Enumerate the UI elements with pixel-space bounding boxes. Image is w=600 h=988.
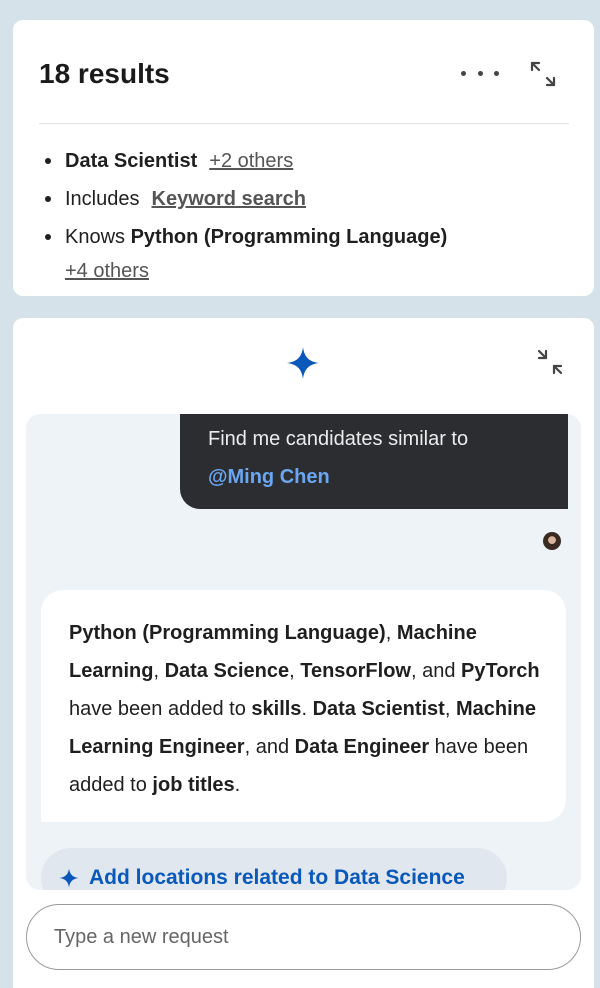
message-highlight: Data Science bbox=[164, 660, 290, 682]
chat-conversation[interactable]: Find me candidates similar to @Ming Chen… bbox=[26, 414, 581, 890]
message-text: , bbox=[289, 660, 301, 682]
collapse-icon[interactable] bbox=[536, 348, 564, 376]
filter-value: Python (Programming Language) bbox=[130, 226, 448, 248]
message-highlight: job titles bbox=[152, 774, 235, 796]
filter-others-link[interactable]: +4 others bbox=[65, 254, 573, 288]
message-highlight: Python (Programming Language) bbox=[69, 622, 386, 644]
message-text: . bbox=[301, 698, 313, 720]
suggestion-chip-button[interactable]: Add locations related to Data Science bbox=[41, 848, 507, 890]
filter-others-link[interactable]: +2 others bbox=[209, 150, 293, 172]
expand-icon[interactable] bbox=[528, 60, 558, 88]
filter-prefix: Knows bbox=[65, 226, 126, 248]
message-highlight: TensorFlow bbox=[300, 660, 411, 682]
message-text: . bbox=[234, 774, 241, 796]
message-text: have been added to bbox=[69, 698, 252, 720]
user-message: Find me candidates similar to @Ming Chen bbox=[180, 414, 568, 509]
message-highlight: PyTorch bbox=[461, 660, 540, 682]
filter-prefix: Includes bbox=[65, 188, 140, 210]
sparkle-icon bbox=[287, 347, 319, 379]
filter-skill: Knows Python (Programming Language) +4 ot… bbox=[43, 218, 573, 288]
assistant-panel: Find me candidates similar to @Ming Chen… bbox=[13, 318, 594, 988]
profile-mention-link[interactable]: @Ming Chen bbox=[208, 458, 542, 496]
suggestion-chip-label: Add locations related to Data Science bbox=[89, 866, 465, 889]
message-highlight: skills bbox=[251, 698, 302, 720]
message-text: , and bbox=[244, 736, 295, 758]
sparkle-icon bbox=[59, 868, 79, 888]
message-text: , and bbox=[410, 660, 462, 682]
filter-job-title: Data Scientist +2 others bbox=[43, 142, 573, 180]
more-horizontal-icon[interactable] bbox=[461, 66, 499, 80]
filter-value: Data Scientist bbox=[65, 150, 198, 172]
divider bbox=[39, 123, 569, 124]
assistant-message: Python (Programming Language), Machine L… bbox=[41, 590, 566, 822]
message-highlight: Data Engineer bbox=[294, 736, 430, 758]
message-highlight: Data Scientist bbox=[312, 698, 445, 720]
avatar bbox=[541, 530, 563, 552]
message-text: , bbox=[444, 698, 456, 720]
new-request-input[interactable] bbox=[26, 904, 581, 970]
message-text: , bbox=[385, 622, 397, 644]
filter-keyword: Includes Keyword search bbox=[43, 180, 573, 218]
results-card: 18 results Data Scientist +2 others Inclu… bbox=[13, 20, 594, 296]
message-text: , bbox=[153, 660, 165, 682]
applied-filters-list: Data Scientist +2 others Includes Keyword … bbox=[43, 142, 573, 288]
user-message-text: Find me candidates similar to bbox=[208, 428, 469, 450]
results-count-title: 18 results bbox=[39, 58, 170, 89]
keyword-search-link[interactable]: Keyword search bbox=[152, 188, 307, 210]
